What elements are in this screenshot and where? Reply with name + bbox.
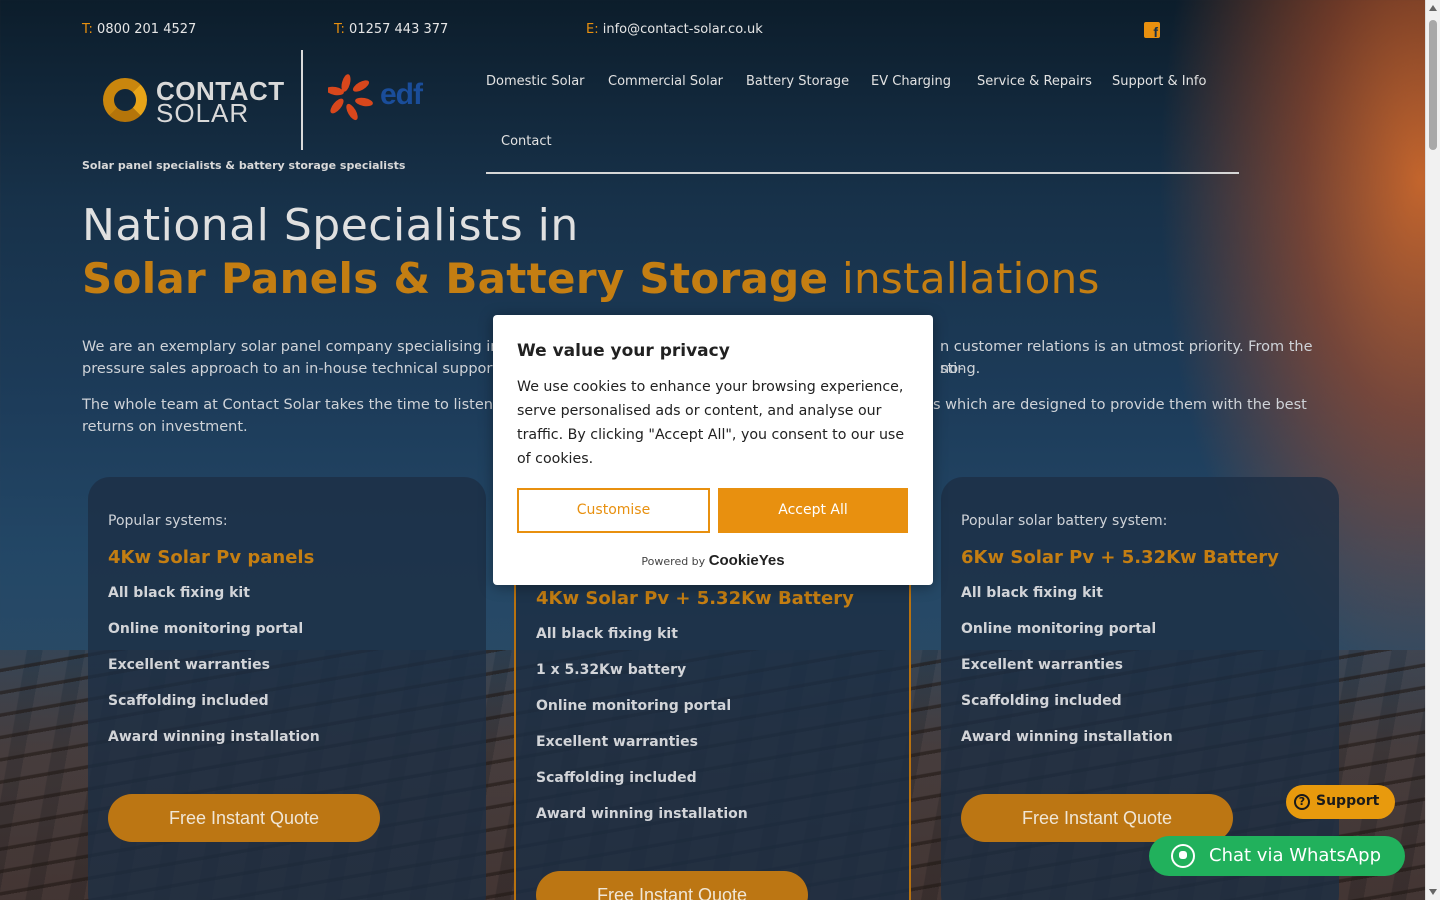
logo-divider [301,50,303,150]
hero-suffix: installations [841,254,1100,303]
phone-number: 01257 443 377 [349,22,449,37]
email-link[interactable]: E: info@contact-solar.co.uk [586,22,763,37]
feature-item: All black fixing kit [961,585,1103,601]
nav-commercial-solar[interactable]: Commercial Solar [608,74,723,89]
email-address: info@contact-solar.co.uk [602,22,763,37]
whatsapp-label: Chat via WhatsApp [1209,845,1382,866]
contact-solar-logo[interactable]: CONTACT SOLAR [100,76,284,128]
cookie-description: We use cookies to enhance your browsing … [517,379,905,467]
feature-item: Scaffolding included [108,693,269,709]
feature-list: All black fixing kit Online monitoring p… [108,585,320,765]
intro-text: We are an exemplary solar panel company … [82,339,500,355]
free-quote-button[interactable]: Free Instant Quote [108,794,380,842]
scrollbar-thumb[interactable] [1429,20,1437,150]
email-label: E: [586,22,599,37]
free-quote-button[interactable]: Free Instant Quote [961,794,1233,842]
nav-contact[interactable]: Contact [501,134,552,149]
whatsapp-chat-button[interactable]: Chat via WhatsApp [1149,836,1405,876]
intro-text: s which are designed to provide them wit… [933,397,1307,413]
phone-label: T: [82,22,93,37]
tagline: Solar panel specialists & battery storag… [82,159,406,172]
feature-item: Excellent warranties [536,734,698,750]
powered-by-text: Powered by [641,555,706,568]
package-card-2: 4Kw Solar Pv + 5.32Kw Battery All black … [514,560,911,900]
main-nav: Domestic Solar Commercial Solar Battery … [486,72,1239,174]
edf-spark-icon [328,74,373,121]
whatsapp-icon [1171,844,1195,868]
nav-domestic-solar[interactable]: Domestic Solar [486,74,585,89]
accept-all-button[interactable]: Accept All [718,488,908,533]
logo-text-solar: SOLAR [156,98,250,128]
support-label: Support [1316,793,1380,809]
edf-logo: edf [328,74,438,124]
hero-heading-line1: National Specialists in [82,200,579,251]
cookie-consent-dialog: We value your privacy We use cookies to … [493,315,933,585]
phone-1[interactable]: T: 0800 201 4527 [82,22,196,37]
feature-item: Award winning installation [536,806,748,822]
feature-item: Online monitoring portal [961,621,1157,637]
feature-item: 1 x 5.32Kw battery [536,662,687,678]
nav-support-info[interactable]: Support & Info [1112,74,1206,89]
intro-text: sting. [940,361,981,377]
feature-item: Excellent warranties [961,657,1123,673]
intro-text: returns on investment. [82,419,248,435]
feature-item: All black fixing kit [536,626,678,642]
feature-item: Scaffolding included [961,693,1122,709]
page-scrollbar[interactable] [1425,0,1440,900]
scroll-down-icon[interactable] [1429,889,1437,895]
nav-service-repairs[interactable]: Service & Repairs [977,74,1092,89]
phone-label: T: [334,22,345,37]
intro-text: The whole team at Contact Solar takes th… [82,397,507,413]
feature-item: Award winning installation [108,729,320,745]
card-eyebrow: Popular systems: [108,513,228,529]
feature-item: Award winning installation [961,729,1173,745]
phone-2[interactable]: T: 01257 443 377 [334,22,448,37]
phone-number: 0800 201 4527 [97,22,197,37]
customise-button[interactable]: Customise [517,488,710,533]
facebook-icon[interactable] [1144,22,1160,40]
intro-text: pressure sales approach to an in-house t… [82,361,499,377]
intro-text: n customer relations is an utmost priori… [940,339,1313,377]
powered-by: Powered by CookieYes [493,552,933,569]
edf-wordmark: edf [380,78,423,111]
nav-ev-charging[interactable]: EV Charging [871,74,951,89]
card-title: 4Kw Solar Pv + 5.32Kw Battery [536,588,854,609]
nav-battery-storage[interactable]: Battery Storage [746,74,849,89]
scroll-up-icon[interactable] [1429,5,1437,11]
feature-item: Excellent warranties [108,657,270,673]
feature-item: Scaffolding included [536,770,697,786]
hero-heading-line2: Solar Panels & Battery Storage installat… [82,254,1100,303]
feature-item: All black fixing kit [108,585,250,601]
feature-list: All black fixing kit 1 x 5.32Kw battery … [536,626,748,842]
cookieyes-logo[interactable]: CookieYes [709,552,785,569]
feature-list: All black fixing kit Online monitoring p… [961,585,1173,765]
cookie-title: We value your privacy [517,341,730,361]
card-title: 6Kw Solar Pv + 5.32Kw Battery [961,547,1279,568]
support-button[interactable]: ? Support [1286,785,1395,819]
package-card-1: Popular systems: 4Kw Solar Pv panels All… [88,477,486,900]
feature-item: Online monitoring portal [108,621,304,637]
feature-item: Online monitoring portal [536,698,732,714]
free-quote-button[interactable]: Free Instant Quote [536,871,808,900]
hero-highlight: Solar Panels & Battery Storage [82,254,829,303]
logo-ring-icon [103,78,147,122]
card-title: 4Kw Solar Pv panels [108,547,315,568]
help-icon: ? [1294,794,1310,810]
card-eyebrow: Popular solar battery system: [961,513,1168,529]
